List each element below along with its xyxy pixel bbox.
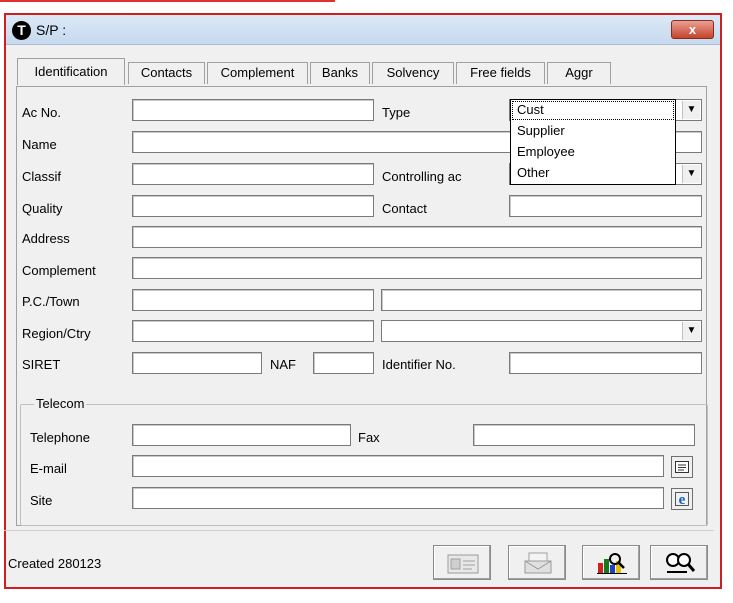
search-icon: [666, 553, 696, 573]
tab-contacts[interactable]: Contacts: [128, 62, 205, 84]
region-input[interactable]: [132, 320, 374, 342]
pc-town-label: P.C./Town: [22, 294, 80, 309]
identifier-no-label: Identifier No.: [382, 357, 456, 372]
controlling-ac-label: Controlling ac: [382, 169, 462, 184]
dropdown-option-cust[interactable]: Cust: [511, 100, 675, 121]
ac-no-input[interactable]: [132, 99, 374, 121]
send-email-button[interactable]: [671, 456, 693, 478]
fax-label: Fax: [358, 430, 380, 445]
tool-button-envelope[interactable]: [508, 545, 566, 580]
title-bar[interactable]: T S/P : x: [6, 15, 720, 45]
tool-button-chart[interactable]: [582, 545, 640, 580]
window-title: S/P :: [36, 22, 67, 38]
address-label: Address: [22, 231, 70, 246]
tab-free-fields[interactable]: Free fields: [456, 62, 545, 84]
chart-icon: [597, 553, 627, 574]
tab-solvency[interactable]: Solvency: [372, 62, 454, 84]
email-input[interactable]: [132, 455, 664, 477]
tool-button-search[interactable]: [650, 545, 708, 580]
contact-input[interactable]: [509, 195, 702, 217]
chevron-down-icon[interactable]: ▼: [682, 101, 700, 119]
complement-input[interactable]: [132, 257, 702, 279]
dropdown-option-employee[interactable]: Employee: [511, 142, 675, 163]
chevron-down-icon[interactable]: ▼: [682, 322, 700, 340]
postal-code-input[interactable]: [132, 289, 374, 311]
telephone-input[interactable]: [132, 424, 351, 446]
region-ctry-label: Region/Ctry: [22, 326, 91, 341]
status-separator: [4, 530, 714, 531]
siret-input[interactable]: [132, 352, 262, 374]
country-select[interactable]: ▼: [381, 320, 702, 342]
town-input[interactable]: [381, 289, 702, 311]
tab-complement[interactable]: Complement: [207, 62, 308, 84]
type-dropdown-list: Cust Supplier Employee Other: [510, 99, 676, 185]
siret-label: SIRET: [22, 357, 61, 372]
site-input[interactable]: [132, 487, 664, 509]
contact-label: Contact: [382, 201, 427, 216]
envelope-icon: [524, 552, 552, 574]
dropdown-option-other[interactable]: Other: [511, 163, 675, 184]
dropdown-option-supplier[interactable]: Supplier: [511, 121, 675, 142]
ac-no-label: Ac No.: [22, 105, 62, 120]
tab-aggr[interactable]: Aggr: [547, 62, 611, 84]
app-logo-icon: T: [12, 21, 31, 40]
card-icon: [447, 554, 479, 574]
mail-icon: [675, 461, 689, 473]
email-label: E-mail: [30, 461, 67, 476]
classif-label: Classif: [22, 169, 62, 184]
telecom-legend: Telecom: [34, 396, 87, 411]
open-site-button[interactable]: e: [671, 488, 693, 510]
tool-button-card[interactable]: [433, 545, 491, 580]
close-button[interactable]: x: [671, 20, 714, 39]
quality-input[interactable]: [132, 195, 374, 217]
identifier-no-input[interactable]: [509, 352, 702, 374]
classif-input[interactable]: [132, 163, 374, 185]
fax-input[interactable]: [473, 424, 695, 446]
naf-label: NAF: [270, 357, 296, 372]
created-status: Created 280123: [8, 556, 102, 571]
telephone-label: Telephone: [30, 430, 90, 445]
top-accent-line: [0, 0, 335, 2]
site-label: Site: [30, 493, 53, 508]
svg-text:e: e: [679, 492, 686, 506]
quality-label: Quality: [22, 201, 63, 216]
complement-label: Complement: [22, 263, 96, 278]
tab-identification[interactable]: Identification: [17, 58, 125, 85]
tab-banks[interactable]: Banks: [310, 62, 370, 84]
naf-input[interactable]: [313, 352, 374, 374]
type-label: Type: [382, 105, 411, 120]
ie-icon: e: [675, 492, 689, 508]
address-input[interactable]: [132, 226, 702, 248]
chevron-down-icon[interactable]: ▼: [682, 165, 700, 183]
name-label: Name: [22, 137, 57, 152]
close-icon: x: [688, 22, 697, 37]
